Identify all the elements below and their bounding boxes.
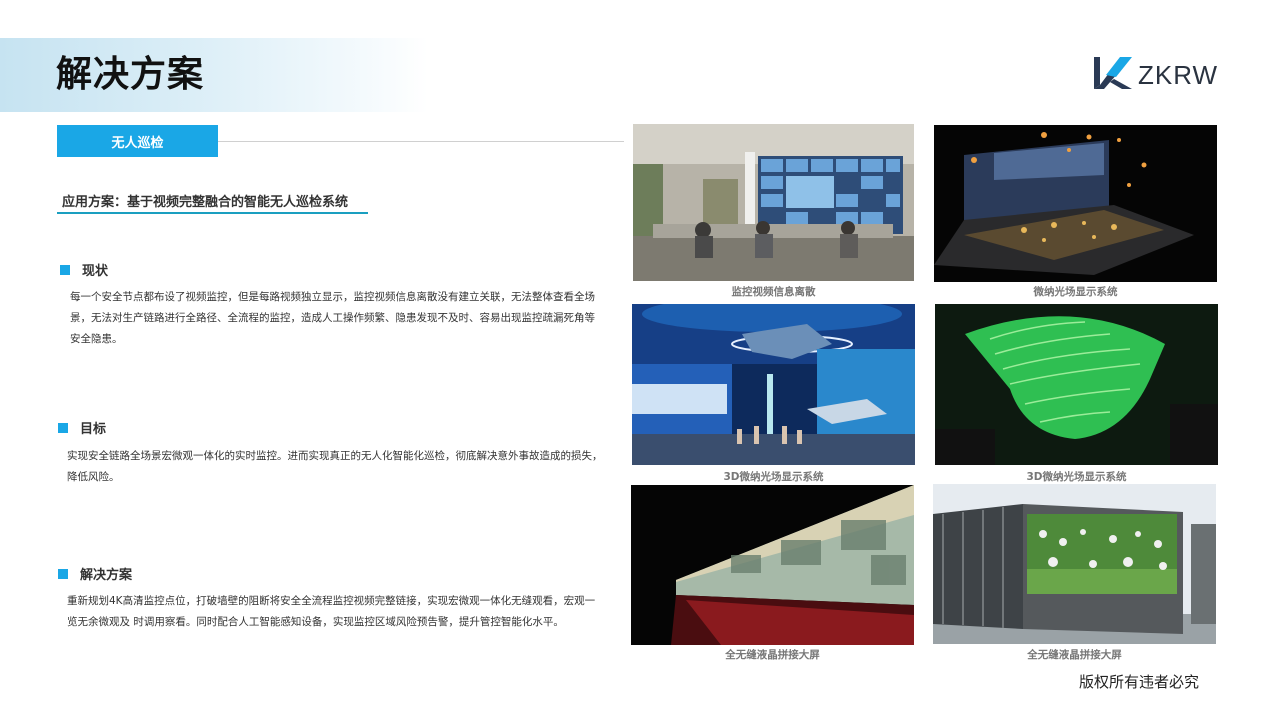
photo-caption: 3D微纳光场显示系统: [1026, 471, 1127, 483]
status-line: 每一个安全节点都布设了视频监控，但是每路视频独立显示，监控视频信息离散没有建立关…: [70, 291, 595, 303]
photo-building-screen: [933, 484, 1216, 644]
company-logo: ZKRW: [1092, 55, 1222, 91]
photo-caption: 全无缝液晶拼接大屏: [1027, 649, 1122, 661]
app-scheme-underline: [57, 212, 368, 214]
logo-mark-icon: [1094, 57, 1132, 89]
goal-heading-label: 目标: [80, 422, 107, 437]
solution-heading-label: 解决方案: [80, 568, 133, 583]
bullet-square-icon: [58, 422, 68, 433]
photo-control-room: [633, 124, 914, 281]
solution-text: 重新规划4K高清监控点位，打破墙壁的阻断将安全全流程监控视频完整链接，实现宏微观…: [67, 591, 595, 633]
photo-caption: 3D微纳光场显示系统: [723, 471, 824, 483]
goal-line: 降低风险。: [67, 471, 120, 483]
solution-line: 览无余微观及 时调用察看。同时配合人工智能感知设备，实现监控区域风险预告警，提升…: [67, 616, 564, 628]
goal-heading: 目标: [58, 418, 106, 437]
photo-caption: 微纳光场显示系统: [1033, 286, 1118, 298]
photo-caption: 监控视频信息离散: [731, 286, 816, 298]
photo-caption: 全无缝液晶拼接大屏: [725, 649, 820, 661]
status-line: 安全隐患。: [70, 333, 123, 345]
app-scheme-heading: 应用方案：基于视频完整融合的智能无人巡检系统: [62, 195, 349, 210]
photo-green-light-field: [935, 304, 1218, 465]
status-text: 每一个安全节点都布设了视频监控，但是每路视频独立显示，监控视频信息离散没有建立关…: [70, 287, 595, 350]
photo-panoramic-screen: [631, 485, 914, 645]
bullet-square-icon: [58, 568, 68, 579]
solution-heading: 解决方案: [58, 564, 132, 583]
status-heading: 现状: [60, 260, 108, 279]
goal-line: 实现安全链路全场景宏微观一体化的实时监控。进而实现真正的无人化智能化巡检，彻底解…: [67, 450, 603, 462]
logo-text: ZKRW: [1138, 60, 1219, 90]
status-heading-label: 现状: [82, 264, 109, 279]
tab-divider: [218, 141, 624, 142]
copyright-notice: 版权所有违者必究: [1079, 673, 1200, 691]
goal-text: 实现安全链路全场景宏微观一体化的实时监控。进而实现真正的无人化智能化巡检，彻底解…: [67, 446, 603, 488]
section-tab: 无人巡检: [57, 125, 218, 157]
page-title: 解决方案: [56, 54, 205, 95]
photo-ocean-exhibit: [632, 304, 915, 465]
solution-line: 重新规划4K高清监控点位，打破墙壁的阻断将安全全流程监控视频完整链接，实现宏微观…: [67, 595, 596, 607]
photo-light-field-model: [934, 125, 1217, 282]
status-line: 景，无法对生产链路进行全路径、全流程的监控，造成人工操作频繁、隐患发现不及时、容…: [70, 312, 595, 324]
bullet-square-icon: [60, 264, 70, 275]
